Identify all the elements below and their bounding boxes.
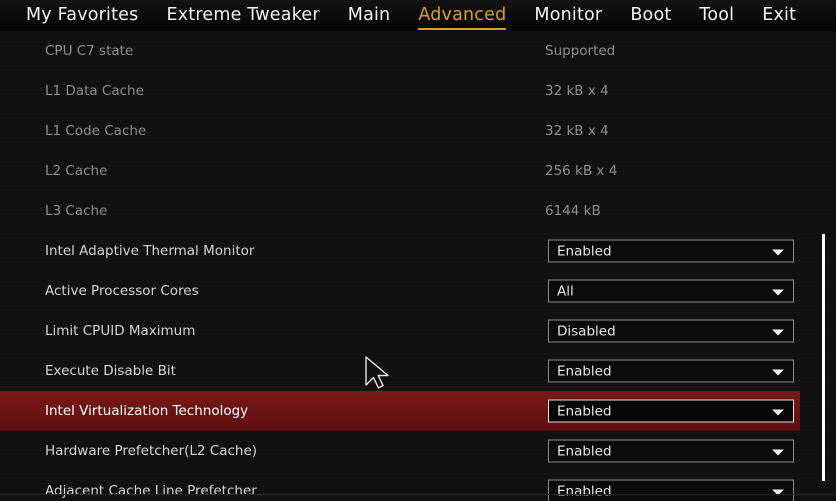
row-value: 256 kB x 4 [545,163,618,179]
dropdown-execute-disable-bit[interactable]: Enabled [548,359,794,383]
row-label: Execute Disable Bit [45,363,176,379]
bios-screen: My Favorites Extreme Tweaker Main Advanced M… [0,0,836,501]
settings-row-limit-cpuid-maximum[interactable]: Limit CPUID Maximum Disabled [0,311,836,351]
row-label: Intel Virtualization Technology [45,403,249,419]
nav-tab-boot[interactable]: Boot [630,5,671,27]
nav-tab-monitor[interactable]: Monitor [534,5,602,27]
settings-row-active-processor-cores[interactable]: Active Processor Cores All [0,271,836,311]
row-label: Limit CPUID Maximum [45,323,196,339]
bottom-divider [0,494,836,495]
nav-tab-tool[interactable]: Tool [699,5,734,27]
row-label: Intel Adaptive Thermal Monitor [45,243,255,259]
nav-tab-my-favorites[interactable]: My Favorites [26,5,138,27]
nav-tab-main[interactable]: Main [348,5,391,27]
chevron-down-icon[interactable] [772,249,784,255]
row-label: Active Processor Cores [45,283,199,299]
dropdown-active-processor-cores[interactable]: All [548,279,794,303]
dropdown-intel-adaptive-thermal-monitor[interactable]: Enabled [548,239,794,263]
nav-tab-exit[interactable]: Exit [762,5,796,27]
nav-tab-advanced[interactable]: Advanced [418,5,507,30]
settings-row-adjacent-cache-line-prefetcher[interactable]: Adjacent Cache Line Prefetcher Enabled [0,471,836,501]
chevron-down-icon[interactable] [772,449,784,455]
row-label: Hardware Prefetcher(L2 Cache) [45,443,258,459]
chevron-down-icon[interactable] [772,369,784,375]
row-value: 32 kB x 4 [545,83,609,99]
chevron-down-icon[interactable] [772,329,784,335]
dropdown-selected-value: Enabled [557,243,612,259]
settings-row-l3-cache: L3 Cache 6144 kB [0,191,836,231]
settings-list: CPU C7 state Supported L1 Data Cache 32 kB … [0,31,836,501]
settings-row-l1-code-cache: L1 Code Cache 32 kB x 4 [0,111,836,151]
dropdown-selected-value: Enabled [557,443,612,459]
scrollbar-thumb[interactable] [822,234,825,481]
settings-row-intel-virtualization-technology[interactable]: Intel Virtualization Technology Enabled [0,391,800,431]
row-value: 32 kB x 4 [545,123,609,139]
settings-row-l2-cache: L2 Cache 256 kB x 4 [0,151,836,191]
dropdown-selected-value: Enabled [557,403,612,419]
chevron-down-icon[interactable] [772,289,784,295]
main-navigation-bar: My Favorites Extreme Tweaker Main Advanced M… [0,0,836,31]
dropdown-selected-value: Enabled [557,363,612,379]
dropdown-selected-value: Enabled [557,483,612,499]
dropdown-limit-cpuid-maximum[interactable]: Disabled [548,319,794,343]
settings-row-l1-data-cache: L1 Data Cache 32 kB x 4 [0,71,836,111]
dropdown-selected-value: Disabled [557,323,616,339]
dropdown-adjacent-cache-line-prefetcher[interactable]: Enabled [548,479,794,501]
row-label: L3 Cache [45,203,108,219]
settings-row-execute-disable-bit[interactable]: Execute Disable Bit Enabled [0,351,836,391]
row-label: Adjacent Cache Line Prefetcher [45,483,257,499]
nav-tab-extreme-tweaker[interactable]: Extreme Tweaker [166,5,319,27]
row-label: CPU C7 state [45,43,134,59]
row-value: Supported [545,43,616,59]
settings-row-hardware-prefetcher-l2-cache[interactable]: Hardware Prefetcher(L2 Cache) Enabled [0,431,836,471]
chevron-down-icon[interactable] [772,409,784,415]
row-label: L1 Code Cache [45,123,147,139]
dropdown-intel-virtualization-technology[interactable]: Enabled [548,399,794,423]
row-value: 6144 kB [545,203,601,219]
row-label: L1 Data Cache [45,83,144,99]
settings-row-cpu-c7-state: CPU C7 state Supported [0,31,836,71]
dropdown-selected-value: All [557,283,574,299]
dropdown-hardware-prefetcher-l2-cache[interactable]: Enabled [548,439,794,463]
settings-row-intel-adaptive-thermal-monitor[interactable]: Intel Adaptive Thermal Monitor Enabled [0,231,836,271]
scrollbar-track[interactable] [821,31,827,501]
row-label: L2 Cache [45,163,108,179]
